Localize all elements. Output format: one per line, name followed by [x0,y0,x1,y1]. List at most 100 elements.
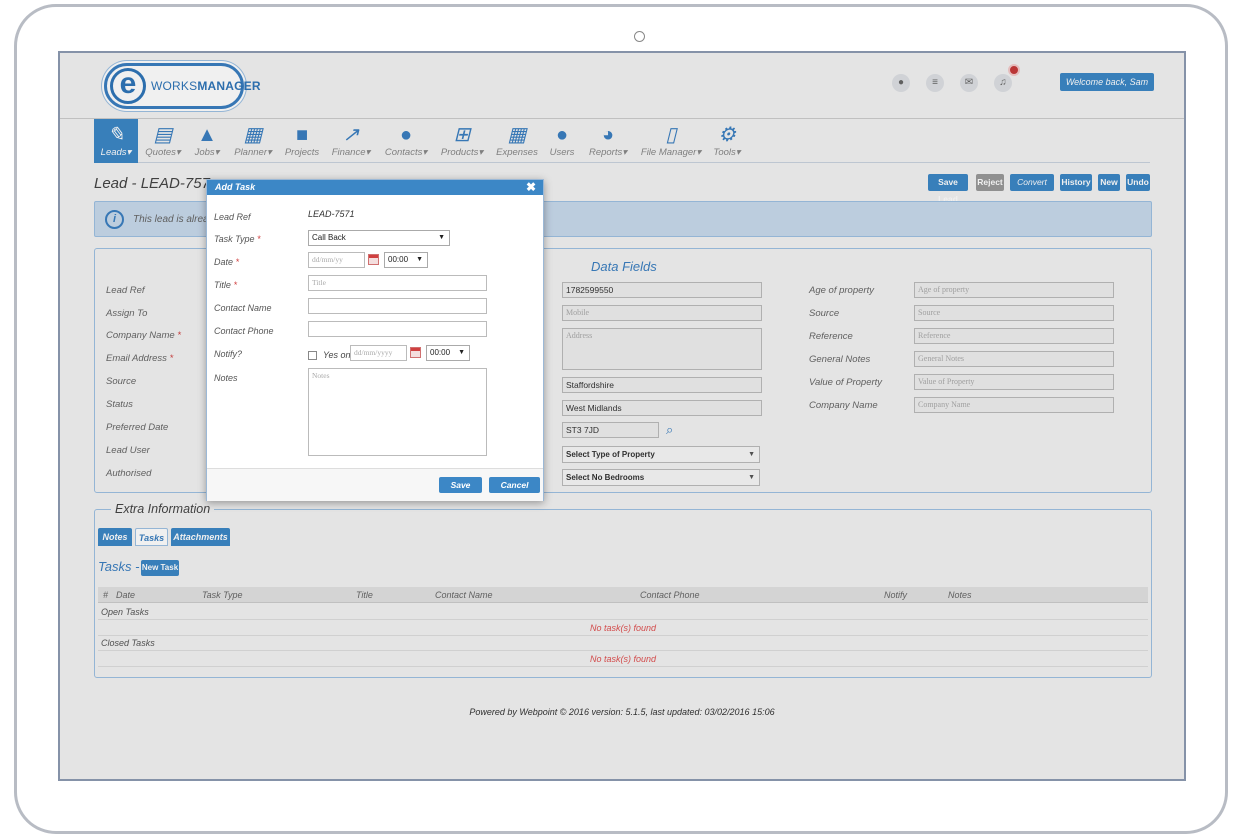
mobile-field[interactable]: Mobile [562,305,762,321]
tab-tasks[interactable]: Tasks [135,528,168,546]
nav-finance[interactable]: ↗ Finance▾ [330,119,372,163]
col-task-type: Task Type [202,590,243,600]
notification-badge [1008,64,1020,76]
value-of-property-field[interactable]: Value of Property [914,374,1114,390]
contact-phone-input[interactable] [308,321,487,337]
notify-time-select[interactable]: 00:00 ▼ [426,345,470,361]
label-status: Status [106,399,133,410]
save-lead-button[interactable]: Save Lead [928,174,968,204]
task-type-select[interactable]: Call Back ▼ [308,230,450,246]
nav-planner[interactable]: ▦ Planner▾ [232,119,274,163]
nav-leads[interactable]: ✎ Leads▾ [94,119,138,163]
age-of-property-field[interactable]: Age of property [914,282,1114,298]
region-field[interactable]: West Midlands [562,400,762,416]
new-button[interactable]: New [1098,174,1120,191]
undo-button[interactable]: Undo [1126,174,1150,191]
col-contact-name: Contact Name [435,590,493,600]
calendar-icon: ▦ [243,124,263,146]
bell-icon[interactable]: ♫ [994,74,1012,92]
label-modal-lead-ref: Lead Ref [214,212,251,222]
pin-icon: ✎ [107,124,125,146]
label-general-notes: General Notes [809,354,871,365]
mail-icon[interactable]: ✉ [960,74,978,92]
extra-information-panel: Extra Information Notes Tasks Attachment… [94,502,1152,678]
time-select[interactable]: 00:00 ▼ [384,252,428,268]
users-icon: ● [555,124,569,146]
label-reference: Reference [809,331,853,342]
add-task-modal: Add Task ✖ Lead Ref LEAD-7571 Task Type … [206,179,544,501]
closed-tasks-empty-row: No task(s) found [98,651,1148,667]
contact-name-input[interactable] [308,298,487,314]
calculator-icon: ▦ [507,124,527,146]
nav-projects[interactable]: ■ Projects [282,119,322,163]
tasks-title: Tasks - [98,559,140,574]
notes-textarea[interactable]: Notes [308,368,487,456]
col-notify: Notify [884,590,908,600]
general-notes-field[interactable]: General Notes [914,351,1114,367]
nav-products[interactable]: ⊞ Products▾ [438,119,486,163]
camera-dot [634,31,645,42]
chat-icon: ● [399,124,413,146]
nav-jobs[interactable]: ▲ Jobs▾ [190,119,224,163]
label-source: Source [106,376,137,387]
bedrooms-select[interactable]: Select No Bedrooms ▼ [562,469,760,486]
app-screen: e WORKSMANAGER ● ≡ ✉ ♫ Welcome back, Sam… [58,51,1186,781]
nav-users[interactable]: ● Users [546,119,578,163]
users-icon[interactable]: ● [892,74,910,92]
company-name-field[interactable]: Company Name [914,397,1114,413]
welcome-button[interactable]: Welcome back, Sam [1060,73,1154,91]
open-tasks-row: Open Tasks [98,604,1148,620]
property-type-select[interactable]: Select Type of Property ▼ [562,446,760,463]
address-field[interactable]: Address [562,328,762,370]
title-input[interactable]: Title [308,275,487,291]
nav-contacts[interactable]: ● Contacts▾ [382,119,430,163]
nav-reports[interactable]: ◕ Reports▾ [586,119,630,163]
postcode-field[interactable]: ST3 7JD [562,422,659,438]
label-age-of-property: Age of property [809,285,874,296]
label-source-right: Source [809,308,840,319]
pdf-file-icon: ▯ [665,124,677,146]
search-icon[interactable]: ⌕ [666,422,673,438]
history-button[interactable]: History [1060,174,1092,191]
nav-file-manager[interactable]: ▯ File Manager▾ [640,119,702,163]
data-fields-title: Data Fields [591,259,657,274]
label-contact-name: Contact Name [214,303,272,313]
reference-field[interactable]: Reference [914,328,1114,344]
tab-notes[interactable]: Notes [98,528,132,546]
cancel-button[interactable]: Cancel [489,477,540,493]
calendar-icon[interactable] [368,254,379,265]
convert-button[interactable]: Convert [1010,174,1054,191]
phone-field[interactable]: 1782599550 [562,282,762,298]
yes-on-label: Yes on [323,350,351,360]
server-icon[interactable]: ≡ [926,74,944,92]
calendar-icon[interactable] [410,347,421,358]
new-task-button[interactable]: New Task [141,560,179,576]
col-contact-phone: Contact Phone [640,590,700,600]
label-title: Title * [214,280,237,290]
cart-icon: ⊞ [453,124,471,146]
source-field[interactable]: Source [914,305,1114,321]
col-title: Title [356,590,373,600]
notify-date-input[interactable]: dd/mm/yyyy [350,345,407,361]
info-icon: i [105,210,124,229]
briefcase-icon: ■ [295,124,309,146]
tab-attachments[interactable]: Attachments [171,528,230,546]
label-lead-user: Lead User [106,445,150,456]
county-field[interactable]: Staffordshire [562,377,762,393]
label-company-name: Company Name * [106,330,181,341]
save-button[interactable]: Save [439,477,482,493]
label-contact-phone: Contact Phone [214,326,274,336]
col-number: # [103,590,109,600]
close-icon[interactable]: ✖ [526,180,536,195]
date-input[interactable]: dd/mm/yy [308,252,365,268]
notify-checkbox[interactable] [308,351,317,360]
reject-button[interactable]: Reject [976,174,1004,191]
modal-footer: Save Cancel [207,468,543,501]
logo[interactable]: e WORKSMANAGER [104,63,261,109]
nav-tools[interactable]: ⚙ Tools▾ [710,119,744,163]
label-value-of-property: Value of Property [809,377,883,388]
info-text: This lead is alrea [133,214,209,225]
nav-expenses[interactable]: ▦ Expenses [496,119,538,163]
nav-quotes[interactable]: ▤ Quotes▾ [144,119,182,163]
lead-ref-value: LEAD-7571 [308,209,355,219]
